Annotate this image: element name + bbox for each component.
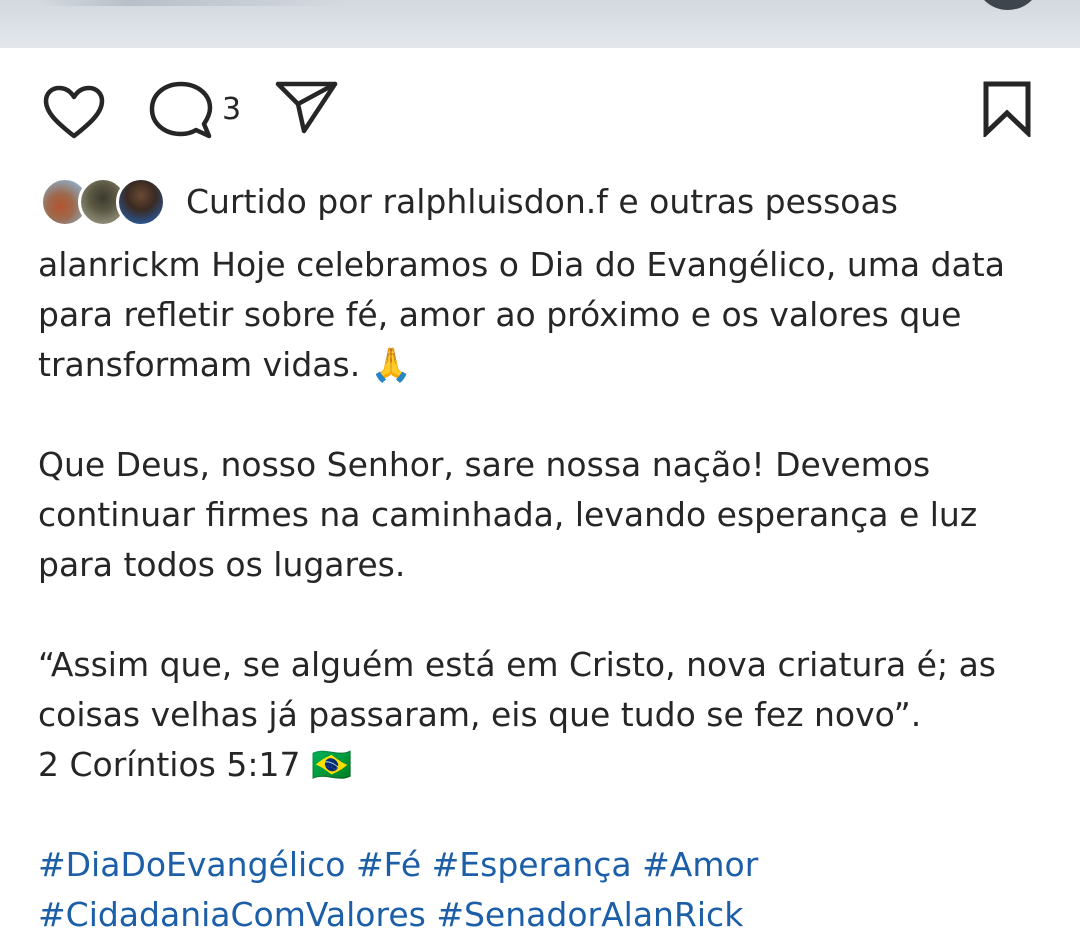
share-button[interactable] — [272, 78, 340, 136]
hashtag[interactable]: #Esperança — [432, 845, 632, 884]
save-button[interactable] — [978, 78, 1036, 140]
liker-avatars — [40, 177, 168, 227]
action-bar: 3 — [0, 48, 1080, 170]
hashtag[interactable]: #DiaDoEvangélico — [38, 845, 346, 884]
caption-username[interactable]: alanrickm — [38, 245, 201, 284]
liked-by-row[interactable]: Curtido por ralphluisdon.f e outras pess… — [40, 176, 898, 228]
like-button[interactable] — [40, 82, 108, 142]
comment-button[interactable] — [148, 80, 214, 142]
post-view: 3 Curtido por ralphluisdon.f e outras pe… — [0, 0, 1080, 949]
hashtag[interactable]: #Fé — [356, 845, 421, 884]
caption-reference: 2 Coríntios 5:17 🇧🇷 — [38, 740, 1048, 790]
post-image[interactable] — [0, 0, 1080, 48]
paper-plane-icon — [275, 81, 338, 134]
comment-bubble-icon — [149, 81, 213, 139]
brazil-flag-emoji: 🇧🇷 — [310, 745, 353, 784]
quote-reference: 2 Coríntios 5:17 — [38, 745, 301, 784]
caption-paragraph: Que Deus, nosso Senhor, sare nossa nação… — [38, 445, 978, 584]
hashtag[interactable]: #Amor — [642, 845, 758, 884]
hashtag[interactable]: #CidadaniaComValores — [38, 895, 426, 934]
image-detail — [40, 0, 340, 6]
caption-quote: “Assim que, se alguém está em Cristo, no… — [38, 645, 996, 734]
liked-by-text[interactable]: Curtido por ralphluisdon.f e outras pess… — [186, 182, 898, 222]
image-overlay-button[interactable] — [976, 0, 1040, 10]
avatar — [116, 177, 166, 227]
praying-hands-emoji: 🙏 — [370, 345, 412, 384]
heart-icon — [43, 85, 105, 139]
hashtag-list: #DiaDoEvangélico #Fé #Esperança #Amor #C… — [38, 840, 1048, 940]
bookmark-icon — [983, 81, 1031, 137]
hashtag[interactable]: #SenadorAlanRick — [436, 895, 743, 934]
post-caption: alanrickm Hoje celebramos o Dia do Evang… — [38, 240, 1048, 940]
caption-paragraph: alanrickm Hoje celebramos o Dia do Evang… — [38, 240, 1048, 390]
comment-count: 3 — [222, 92, 242, 127]
